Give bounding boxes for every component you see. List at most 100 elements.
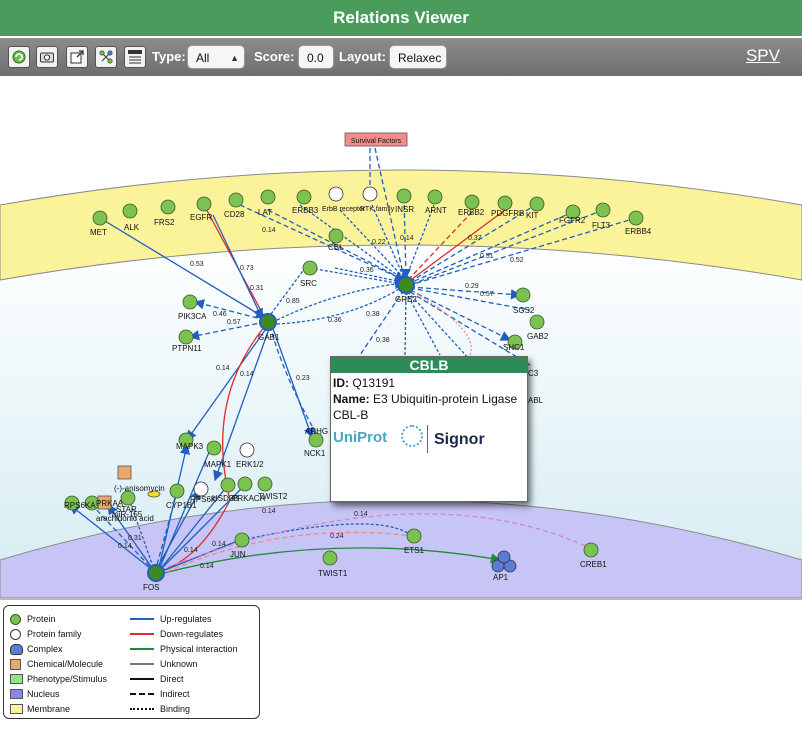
node-label: LAT: [258, 208, 272, 217]
node-label: C3: [528, 369, 539, 378]
binding-line-icon: [130, 708, 154, 710]
node-label: ARNT: [425, 206, 447, 215]
legend-direct-label: Direct: [160, 674, 184, 684]
tooltip-name-row: Name: E3 Ubiquitin-protein Ligase CBL-B: [331, 391, 527, 423]
camera-icon[interactable]: [36, 46, 58, 68]
protein-node-src[interactable]: [302, 260, 318, 276]
physical-line-icon: [130, 648, 154, 650]
protein-node-creb1[interactable]: [583, 542, 599, 558]
complex-icon: [10, 644, 23, 655]
node-label: FRS2: [154, 218, 175, 227]
layout-label: Layout:: [339, 49, 386, 64]
network-canvas[interactable]: 0.53 0.73 0.31 0.46 0.57 0.85 0.36 0.14 …: [0, 76, 802, 598]
node-label: TWIST1: [318, 569, 348, 578]
spv-link[interactable]: SPV: [746, 46, 780, 66]
protein-node-jun[interactable]: [234, 532, 250, 548]
signor-logo[interactable]: Signor: [434, 431, 485, 449]
protein-node-met[interactable]: [92, 210, 108, 226]
protein-node-arnt[interactable]: [427, 189, 443, 205]
node-label: KIT: [526, 211, 539, 220]
layout-select[interactable]: Relaxec: [389, 45, 447, 69]
protein-node-pdgfrb[interactable]: [497, 195, 513, 211]
node-label: NCK1: [304, 449, 326, 458]
protein-node-cyp1b1[interactable]: [169, 483, 185, 499]
protein-node-sgs2[interactable]: [515, 287, 531, 303]
node-label: arachidonic acid: [96, 514, 154, 523]
protein-node-cbl[interactable]: [328, 228, 344, 244]
phenotype-icon: [10, 674, 23, 684]
export-icon[interactable]: [66, 46, 88, 68]
node-label: ERBB3: [292, 206, 319, 215]
protein-node-twist2[interactable]: [257, 476, 273, 492]
protein-node-kit[interactable]: [529, 196, 545, 212]
edge-score-label: 0.24: [330, 533, 344, 540]
family-node-rtk[interactable]: [362, 186, 378, 202]
edge-score-label: 0.38: [366, 311, 380, 318]
protein-node-egfr[interactable]: [196, 196, 212, 212]
protein-node-lat[interactable]: [260, 189, 276, 205]
node-label: ERBB4: [625, 227, 652, 236]
phenotype-label: Survival Factors: [351, 138, 402, 145]
legend-protein-family-label: Protein family: [27, 629, 82, 639]
edge-score-label: 0.37: [468, 235, 482, 242]
score-label: Score:: [254, 49, 295, 64]
edge-score-label: 0.85: [286, 298, 300, 305]
protein-node-flt3[interactable]: [595, 202, 611, 218]
node-label: GAB2: [527, 332, 549, 341]
direct-line-icon: [130, 678, 154, 680]
protein-node-hsd3b[interactable]: [220, 477, 236, 493]
node-label: GAB1: [258, 333, 280, 342]
toolbar: Type: All ▲ Score: 0.0 Layout: Relaxec S…: [0, 38, 802, 76]
score-select[interactable]: 0.0: [298, 45, 334, 69]
protein-node-prkaca[interactable]: [237, 476, 253, 492]
edge-score-label: 0.14: [262, 227, 276, 234]
protein-node-ptpn11[interactable]: [178, 329, 194, 345]
protein-node-alk[interactable]: [122, 203, 138, 219]
tooltip-id-label: ID:: [333, 376, 349, 390]
protein-node-mapk1[interactable]: [206, 440, 222, 456]
uniprot-logo[interactable]: UniProt: [333, 429, 387, 446]
protein-node-gab1[interactable]: [259, 313, 277, 331]
legend-complex-label: Complex: [27, 644, 63, 654]
node-label: PIK3CA: [178, 312, 207, 321]
down-line-icon: [130, 633, 154, 635]
edge-score-label: 0.14: [400, 235, 414, 242]
edge-score-label: 0.14: [212, 541, 226, 548]
family-node-erk12[interactable]: [239, 442, 255, 458]
toggle-onoff-icon[interactable]: [124, 46, 146, 68]
protein-node-erbb2[interactable]: [464, 194, 480, 210]
family-node-erbb[interactable]: [328, 186, 344, 202]
protein-node-pik3ca[interactable]: [182, 294, 198, 310]
edge-score-label: 0.53: [190, 261, 204, 268]
type-select[interactable]: All ▲: [187, 45, 245, 69]
edge-score-label: 0.23: [296, 375, 310, 382]
protein-node-ets1[interactable]: [406, 528, 422, 544]
refresh-icon[interactable]: [8, 46, 30, 68]
node-label: TWIST2: [258, 492, 288, 501]
protein-node-grb2[interactable]: [397, 276, 415, 294]
node-label: RTK family: [360, 206, 395, 213]
protein-node-frs2[interactable]: [160, 199, 176, 215]
legend: Protein Protein family Complex Chemical/…: [3, 605, 260, 719]
window-title: Relations Viewer: [0, 0, 802, 39]
protein-node-erbb3[interactable]: [296, 189, 312, 205]
protein-node-cd28[interactable]: [228, 192, 244, 208]
legend-binding-label: Binding: [160, 704, 191, 714]
family-node-rps6k[interactable]: [193, 481, 209, 497]
edge-score-label: 0.14: [262, 508, 276, 515]
node-label: SRC: [300, 279, 317, 288]
node-label: FOS: [143, 583, 159, 592]
chemical-node-anisomycin[interactable]: [117, 465, 132, 480]
edge-score-label: 0.29: [465, 283, 479, 290]
select-arrows-icon: ▲: [230, 53, 239, 63]
legend-nucleus-label: Nucleus: [27, 689, 60, 699]
protein-node-nsr[interactable]: [396, 188, 412, 204]
protein-node-gab2[interactable]: [529, 314, 545, 330]
protein-node-fos[interactable]: [147, 564, 165, 582]
score-select-value: 0.0: [307, 51, 324, 65]
protein-node-twist1[interactable]: [322, 550, 338, 566]
node-label: SGS2: [513, 306, 535, 315]
protein-node-erbb4[interactable]: [628, 210, 644, 226]
node-label: ABL: [528, 396, 544, 405]
network-layout-icon[interactable]: [95, 46, 117, 68]
